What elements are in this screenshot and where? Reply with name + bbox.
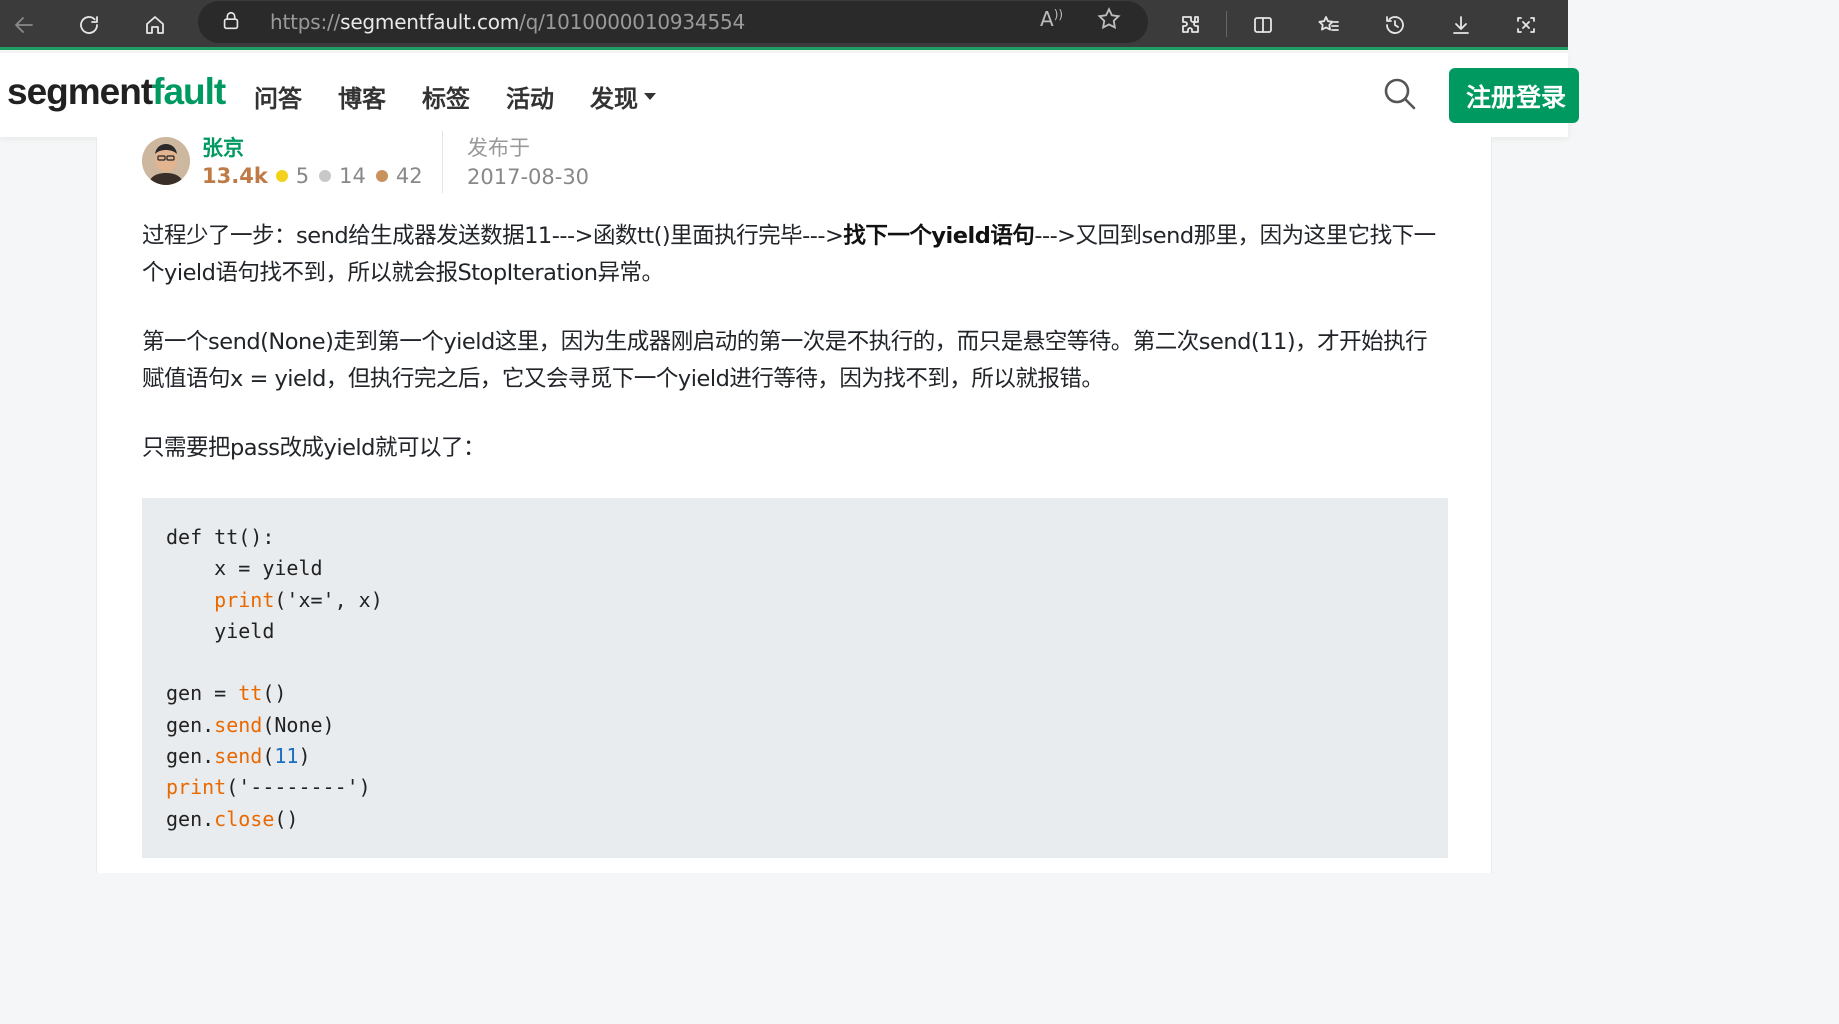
- register-login-button[interactable]: 注册登录: [1449, 68, 1579, 123]
- code-text: (: [262, 744, 275, 769]
- code-function: close: [214, 806, 275, 831]
- code-text: gen.: [166, 712, 215, 737]
- site-logo[interactable]: segmentfault: [7, 71, 226, 113]
- code-number: 11: [274, 744, 299, 769]
- code-block: def tt(): x = yield print('x=', x) yield…: [142, 498, 1448, 858]
- code-text: gen =: [166, 681, 239, 706]
- code-function: print: [214, 587, 275, 612]
- code-text: ): [298, 744, 311, 769]
- answer-paragraph-2: 第一个send(None)走到第一个yield这里，因为生成器刚启动的第一次是不…: [142, 329, 1428, 392]
- p1-bold-text: 找下一个yield语句: [843, 223, 1035, 249]
- main-nav: 问答 博客 标签 活动 发现: [254, 79, 692, 114]
- answer-card: 张京 13.4k 5 14 42 发布于 2017-08-30 过程少了一步：s…: [96, 131, 1492, 873]
- code-line: yield: [166, 618, 275, 643]
- favorite-star-icon[interactable]: [1096, 6, 1126, 36]
- read-aloud-icon[interactable]: A)): [1040, 7, 1063, 31]
- code-line: print('--------'): [166, 772, 1448, 803]
- bronze-badge-count: 42: [395, 164, 423, 188]
- bronze-badge-icon: [375, 170, 388, 182]
- refresh-icon[interactable]: [72, 8, 106, 42]
- code-line: gen = tt(): [166, 678, 1448, 709]
- logo-part-segment: segment: [7, 71, 153, 112]
- back-icon[interactable]: [7, 8, 41, 42]
- code-function: send: [214, 712, 263, 737]
- code-text: ('x=', x): [274, 587, 383, 612]
- author-name[interactable]: 张京: [202, 132, 244, 162]
- avatar[interactable]: [142, 137, 190, 185]
- code-line: gen.close(): [166, 804, 1448, 835]
- code-line: print('x=', x): [166, 585, 1448, 616]
- url-host: segmentfault.com: [340, 10, 520, 34]
- code-text: gen.: [166, 806, 215, 831]
- p1-text-a: 过程少了一步：send给生成器发送数据11--->函数tt()里面执行完毕---…: [142, 223, 844, 249]
- logo-part-fault: fault: [152, 71, 226, 112]
- nav-item-events[interactable]: 活动: [506, 79, 554, 114]
- url-path: /q/1010000010934554: [519, 10, 746, 34]
- code-text: (): [274, 806, 299, 831]
- published-date: 2017-08-30: [467, 165, 590, 189]
- code-function: tt: [238, 681, 263, 706]
- code-function: send: [214, 744, 263, 769]
- answer-paragraph-3: 只需要把pass改成yield就可以了：: [142, 435, 485, 461]
- browser-toolbar: https://segmentfault.com/q/1010000010934…: [0, 0, 1568, 50]
- reputation-score: 13.4k: [202, 164, 268, 188]
- published-label: 发布于: [467, 136, 530, 160]
- author-reputation: 13.4k 5 14 42: [202, 164, 433, 188]
- nav-item-blog[interactable]: 博客: [338, 79, 386, 114]
- home-icon[interactable]: [138, 8, 172, 42]
- code-text: gen.: [166, 744, 215, 769]
- extensions-icon[interactable]: [1174, 8, 1208, 42]
- history-icon[interactable]: [1378, 8, 1412, 42]
- search-icon[interactable]: [1383, 77, 1419, 113]
- favorites-icon[interactable]: [1312, 8, 1346, 42]
- meta-divider: [442, 131, 443, 193]
- silver-badge-icon: [319, 170, 332, 182]
- download-icon[interactable]: [1444, 8, 1478, 42]
- code-text: (): [262, 681, 287, 706]
- url-text[interactable]: https://segmentfault.com/q/1010000010934…: [270, 10, 745, 34]
- nav-item-discover-label: 发现: [590, 85, 638, 113]
- silver-badge-count: 14: [339, 164, 366, 188]
- toolbar-divider: [1226, 11, 1227, 37]
- address-bar[interactable]: https://segmentfault.com/q/1010000010934…: [198, 1, 1148, 43]
- code-line: x = yield: [166, 556, 323, 581]
- code-text: ('--------'): [226, 775, 371, 800]
- nav-item-discover[interactable]: 发现: [590, 79, 656, 114]
- code-function: print: [166, 775, 227, 800]
- read-aloud-label: A: [1040, 7, 1054, 31]
- chevron-down-icon: [644, 93, 656, 100]
- code-text: (None): [262, 712, 335, 737]
- split-screen-icon[interactable]: [1246, 8, 1280, 42]
- gold-badge-icon: [275, 170, 288, 182]
- url-protocol: https://: [270, 10, 341, 34]
- nav-item-qa[interactable]: 问答: [254, 79, 302, 114]
- screenshot-icon[interactable]: [1509, 8, 1543, 42]
- answer-paragraph-1: 过程少了一步：send给生成器发送数据11--->函数tt()里面执行完毕---…: [142, 218, 1442, 292]
- code-line: def tt():: [166, 525, 275, 549]
- gold-badge-count: 5: [295, 164, 310, 188]
- code-line: gen.send(11): [166, 741, 1448, 772]
- nav-item-tags[interactable]: 标签: [422, 79, 470, 114]
- code-line: gen.send(None): [166, 710, 1448, 741]
- site-header: segmentfault 问答 博客 标签 活动 发现 注册登录: [0, 53, 1579, 137]
- lock-icon[interactable]: [220, 10, 244, 34]
